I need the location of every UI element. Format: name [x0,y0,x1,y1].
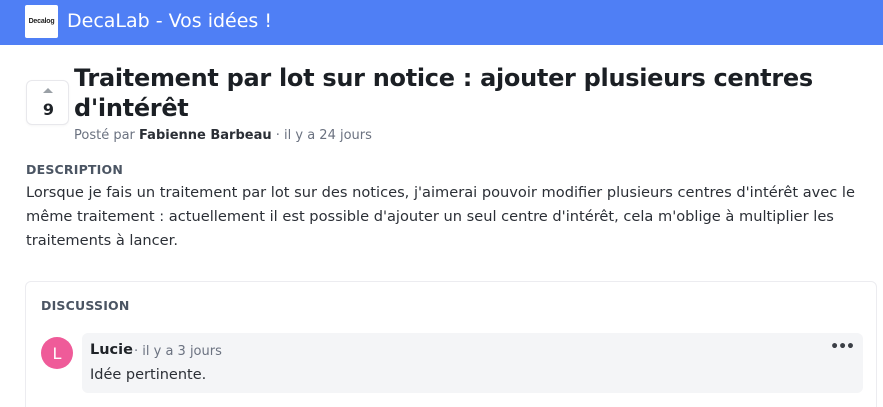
posted-by-label: Posté par [74,128,135,143]
decalog-logo[interactable]: Decalog [25,5,58,38]
upvote-arrow-icon[interactable] [43,88,53,93]
post-author[interactable]: Fabienne Barbeau [139,128,272,143]
description-text: Lorsque je fais un traitement par lot su… [26,184,855,249]
avatar: L [41,337,73,369]
app-title[interactable]: DecaLab - Vos idées ! [67,10,272,32]
discussion-panel: DISCUSSION L Lucie · il y a 3 jours ••• … [25,281,877,407]
comment-author[interactable]: Lucie [90,342,133,358]
discussion-heading: DISCUSSION [41,298,130,313]
post-title: Traitement par lot sur notice : ajouter … [74,64,813,122]
comment-time: · il y a 3 jours [134,344,222,359]
post-time: · il y a 24 jours [275,128,372,143]
comment-item: Lucie · il y a 3 jours ••• Idée pertinen… [82,333,863,393]
post-meta: Posté par Fabienne Barbeau · il y a 24 j… [74,128,372,143]
description-heading: DESCRIPTION [26,162,123,177]
vote-count: 9 [42,100,55,119]
more-horizontal-icon[interactable]: ••• [830,339,855,355]
avatar-letter: L [52,343,62,363]
vote-widget[interactable]: 9 [26,80,69,125]
logo-text: Decalog [28,18,55,25]
top-bar: Decalog DecaLab - Vos idées ! [0,0,883,45]
comment-text: Idée pertinente. [90,367,207,383]
